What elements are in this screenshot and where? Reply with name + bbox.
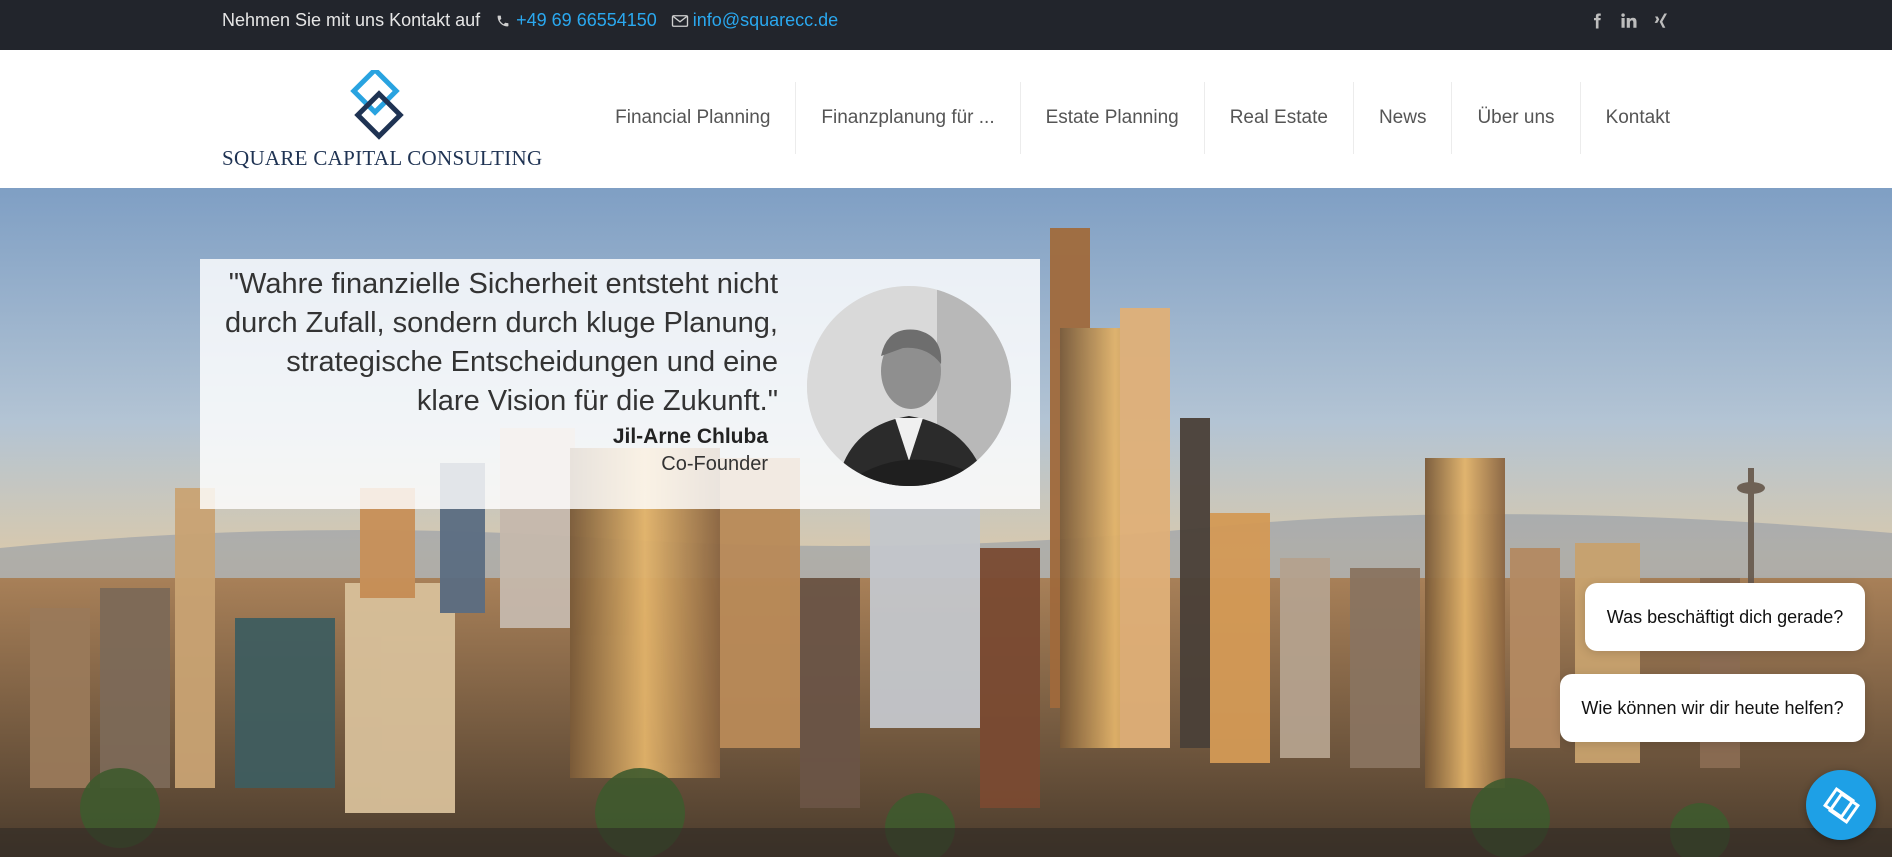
linkedin-icon[interactable] (1620, 12, 1638, 30)
xing-icon[interactable] (1652, 12, 1670, 30)
chat-prompt-bubble[interactable]: Was beschäftigt dich gerade? (1585, 583, 1865, 651)
nav-item-ueber-uns[interactable]: Über uns (1451, 82, 1579, 154)
chat-logo-icon (1822, 786, 1861, 825)
phone-link[interactable]: +49 69 66554150 (494, 10, 657, 31)
nav-item-financial-planning[interactable]: Financial Planning (590, 82, 795, 154)
logo-mark (350, 70, 404, 140)
quote-box: "Wahre finanzielle Sicherheit entsteht n… (200, 259, 1040, 509)
chat-prompt-bubble[interactable]: Wie können wir dir heute helfen? (1560, 674, 1865, 742)
social-links (1588, 0, 1670, 41)
contact-label: Nehmen Sie mit uns Kontakt auf (222, 10, 481, 30)
quote-author-name: Jil-Arne Chluba (612, 425, 768, 448)
chat-launcher-button[interactable] (1806, 770, 1876, 840)
envelope-icon (671, 14, 688, 27)
facebook-icon[interactable] (1588, 12, 1606, 30)
nav-item-news[interactable]: News (1352, 82, 1452, 154)
nav-item-finanzplanung[interactable]: Finanzplanung für ... (795, 82, 1019, 154)
main-nav: Financial Planning Finanzplanung für ...… (590, 82, 1670, 154)
contact-info: Nehmen Sie mit uns Kontakt auf +49 69 66… (222, 0, 852, 41)
nav-item-estate-planning[interactable]: Estate Planning (1019, 82, 1204, 154)
author-portrait (807, 286, 1011, 486)
logo-name: SQUARE CAPITAL CONSULTING (222, 146, 543, 170)
nav-item-real-estate[interactable]: Real Estate (1203, 82, 1353, 154)
quote-text: "Wahre finanzielle Sicherheit entsteht n… (225, 268, 778, 417)
top-bar: Nehmen Sie mit uns Kontakt auf +49 69 66… (0, 0, 1892, 50)
email-address[interactable]: info@squarecc.de (693, 10, 838, 31)
email-link[interactable]: info@squarecc.de (671, 10, 838, 31)
site-header: SQUARE CAPITAL CONSULTING Financial Plan… (0, 50, 1892, 188)
hero-section: "Wahre finanzielle Sicherheit entsteht n… (0, 188, 1892, 857)
nav-item-kontakt[interactable]: Kontakt (1579, 82, 1670, 154)
phone-number[interactable]: +49 69 66554150 (516, 10, 657, 31)
site-logo[interactable]: SQUARE CAPITAL CONSULTING (222, 70, 543, 170)
phone-icon (497, 15, 509, 26)
quote-author-role: Co-Founder (661, 453, 768, 475)
